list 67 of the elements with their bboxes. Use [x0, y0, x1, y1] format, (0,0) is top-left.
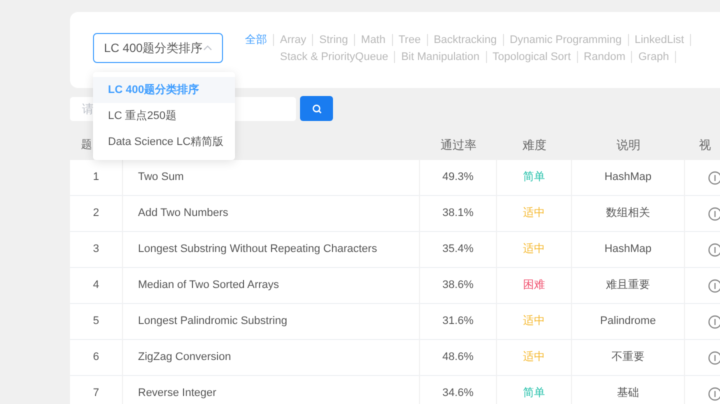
info-icon — [708, 242, 720, 256]
category-tab[interactable]: 全部 — [245, 32, 267, 48]
table-cell-text: 31.6% — [442, 314, 474, 330]
table-cell-text: 35.4% — [442, 242, 474, 258]
info-icon — [708, 314, 720, 328]
dropdown-item[interactable]: Data Science LC精简版 — [93, 129, 235, 155]
list-select[interactable]: LC 400题分类排序 — [93, 33, 223, 63]
table-cell-text: 7 — [92, 386, 100, 402]
info-icon — [708, 206, 720, 220]
table-cell-text: 4 — [92, 278, 100, 294]
table-cell-text: 难且重要 — [606, 278, 650, 294]
category-tab[interactable]: LinkedList — [634, 32, 684, 48]
difficulty-label: 简单 — [523, 170, 545, 186]
info-icon — [708, 278, 720, 292]
column-header: 视 — [699, 137, 711, 154]
dropdown-item[interactable]: LC 400题分类排序 — [93, 77, 235, 103]
problem-link[interactable]: Add Two Numbers — [138, 205, 228, 222]
category-tab[interactable]: Tree — [398, 32, 421, 48]
table-cell-text: 2 — [92, 206, 100, 222]
search-button[interactable] — [300, 96, 333, 121]
table-cell-text: 5 — [92, 314, 100, 330]
table-cell-text: 3 — [92, 242, 100, 258]
category-tab[interactable]: Topological Sort — [492, 49, 571, 65]
category-tab[interactable]: Math — [361, 32, 386, 48]
table-cell-text: 48.6% — [442, 350, 474, 366]
column-header: 难度 — [522, 137, 546, 154]
info-icon — [708, 386, 720, 400]
table-cell-text: 不重要 — [612, 350, 644, 366]
problem-link[interactable]: Longest Palindromic Substring — [138, 313, 288, 330]
info-icon — [708, 170, 720, 184]
difficulty-label: 适中 — [523, 314, 545, 330]
table-cell-text: 38.6% — [442, 278, 474, 294]
problem-link[interactable]: Longest Substring Without Repeating Characters — [138, 241, 378, 258]
category-tab[interactable]: Graph — [638, 49, 669, 65]
problem-link[interactable]: Reverse Integer — [138, 385, 216, 402]
difficulty-label: 适中 — [523, 242, 545, 258]
column-header: 题 — [81, 138, 92, 153]
difficulty-label: 困难 — [523, 278, 545, 294]
table-cell-text: 1 — [92, 170, 100, 186]
info-icon — [708, 350, 720, 364]
table-cell-text: 基础 — [617, 386, 639, 402]
category-tab[interactable]: Backtracking — [434, 32, 497, 48]
search-icon — [312, 104, 322, 114]
difficulty-label: 适中 — [523, 350, 545, 366]
table-cell-text: HashMap — [604, 242, 652, 258]
column-header: 说明 — [616, 137, 640, 154]
category-tab[interactable]: Dynamic Programming — [510, 32, 622, 48]
category-tab[interactable]: Stack & PriorityQueue — [280, 49, 388, 65]
category-tab[interactable]: Array — [280, 32, 306, 48]
table-cell-text: Palindrome — [600, 314, 656, 330]
category-tab[interactable]: Bit Manipulation — [401, 49, 480, 65]
difficulty-label: 简单 — [523, 386, 545, 402]
difficulty-label: 适中 — [523, 206, 545, 222]
category-tab[interactable]: Random — [584, 49, 626, 65]
table-cell-text: HashMap — [604, 170, 652, 186]
problem-link[interactable]: Two Sum — [138, 169, 184, 186]
chevron-icon — [202, 45, 212, 51]
problem-link[interactable]: Median of Two Sorted Arrays — [138, 277, 280, 294]
category-tab[interactable]: String — [319, 32, 348, 48]
table-cell-text: 49.3% — [442, 170, 474, 186]
table-cell-text: 6 — [92, 350, 100, 366]
column-header: 通过率 — [440, 137, 476, 154]
problem-link[interactable]: ZigZag Conversion — [138, 349, 231, 366]
table-cell-text: 38.1% — [442, 206, 474, 222]
table-cell-text: 数组相关 — [606, 206, 650, 222]
dropdown-item[interactable]: LC 重点250题 — [93, 103, 235, 129]
table-cell-text: 34.6% — [442, 386, 474, 402]
